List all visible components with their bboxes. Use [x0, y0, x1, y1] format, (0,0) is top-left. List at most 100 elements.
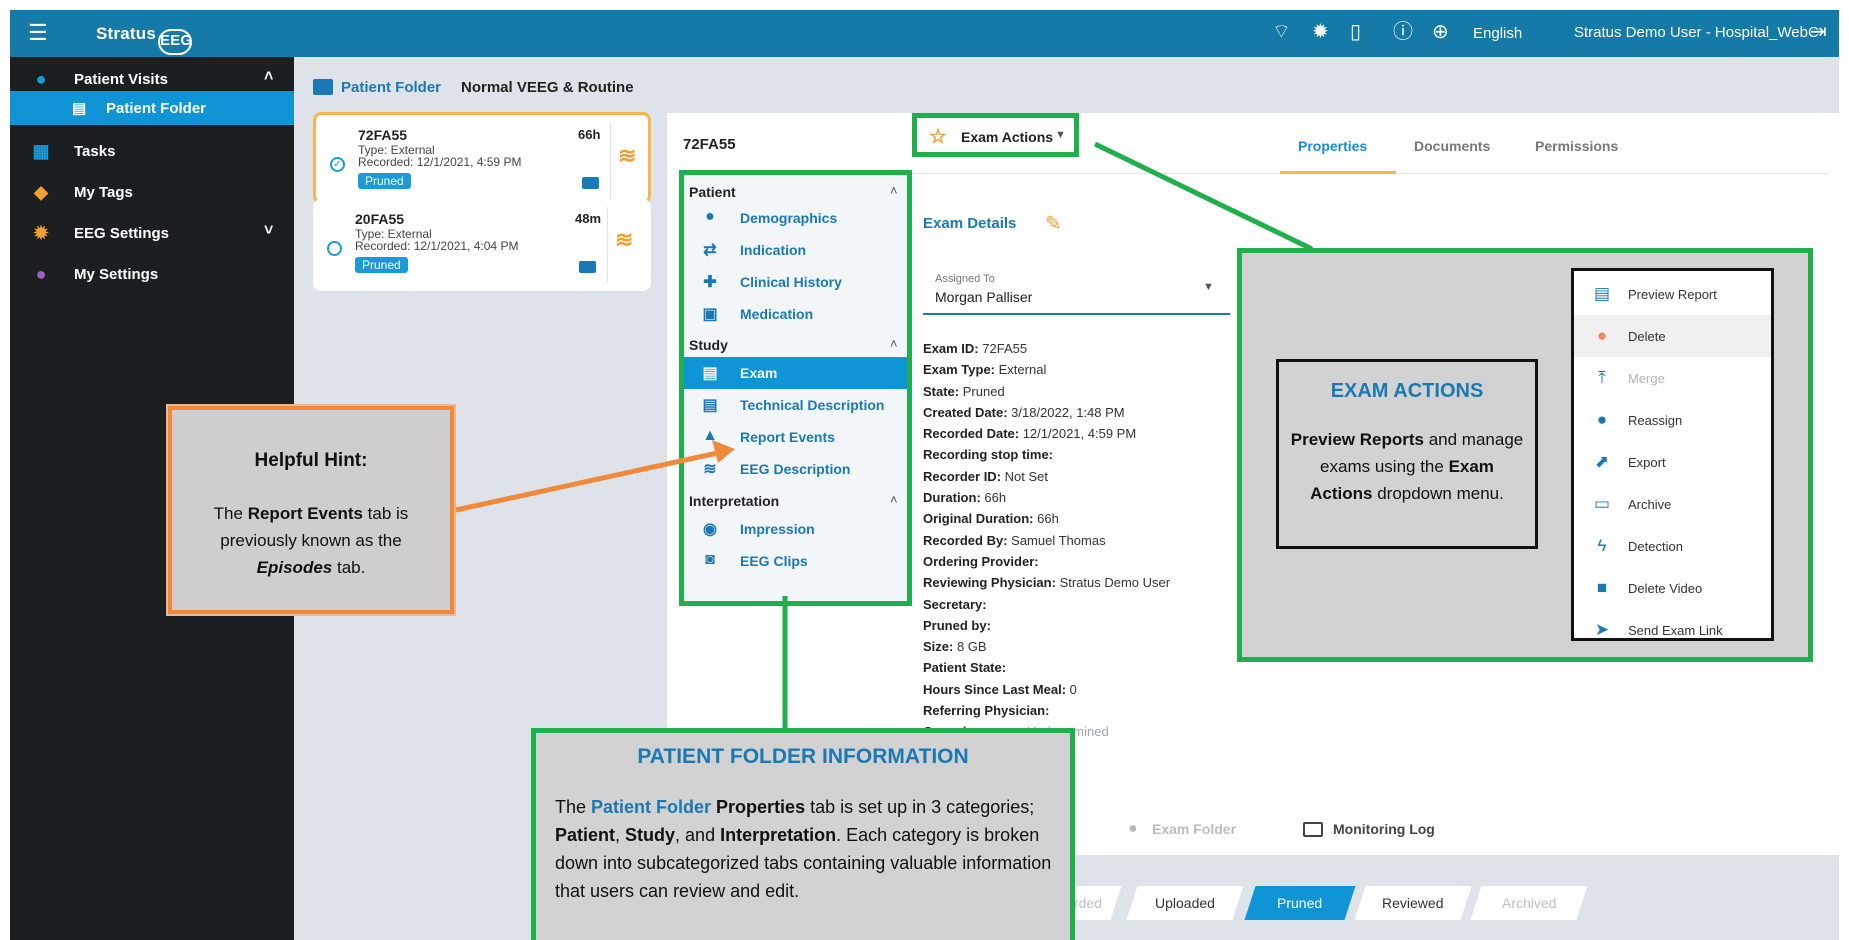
- camera-icon: ◙: [705, 551, 715, 568]
- status-badge: Pruned: [358, 173, 411, 189]
- breadcrumb-study: Normal VEEG & Routine: [461, 79, 634, 96]
- bug-icon[interactable]: ✹: [1312, 21, 1329, 43]
- sidebar-item-my-settings[interactable]: ● My Settings: [10, 254, 294, 294]
- nav-eeg-description[interactable]: ≋ EEG Description: [684, 453, 907, 485]
- exam-field-row: Created Date: 3/18/2022, 1:48 PM: [923, 404, 1125, 420]
- globe-icon[interactable]: ⊕: [1432, 21, 1449, 43]
- monitoring-log-link[interactable]: Monitoring Log: [1303, 821, 1435, 837]
- nav-impression[interactable]: ◉ Impression: [684, 513, 907, 545]
- nav-report-events[interactable]: ▲ Report Events: [684, 421, 907, 453]
- wave-icon: ≋: [703, 461, 717, 478]
- nav-technical-description[interactable]: ▤ Technical Description: [684, 389, 907, 421]
- eye-icon: ◉: [703, 521, 717, 538]
- dropdown-arrow-icon: ▼: [1203, 281, 1214, 293]
- nav-demographics[interactable]: ● Demographics: [684, 202, 907, 234]
- menu-item-reassign[interactable]: ● Reassign: [1574, 399, 1771, 441]
- exam-card-recorded: Recorded: 12/1/2021, 4:04 PM: [355, 239, 519, 253]
- exam-field-row: Secretary:: [923, 596, 987, 612]
- eeg-wave-icon[interactable]: ≋: [615, 227, 633, 253]
- app-logo: Stratus EEG: [96, 24, 192, 55]
- eeg-wave-icon[interactable]: ≋: [618, 143, 636, 169]
- sidebar-item-patient-folder[interactable]: ▤ Patient Folder: [10, 91, 294, 125]
- menu-item-delete-video[interactable]: ■ Delete Video: [1574, 567, 1771, 609]
- exam-field-row: State: Pruned: [923, 383, 1005, 399]
- logout-icon[interactable]: ⇥: [1810, 21, 1827, 43]
- hamburger-menu-icon[interactable]: ☰: [28, 22, 48, 44]
- chevron-up-icon[interactable]: ˄: [890, 492, 898, 507]
- language-selector[interactable]: English: [1473, 25, 1522, 42]
- assigned-to-select[interactable]: Assigned To Morgan Palliser ▼: [923, 263, 1230, 315]
- menu-item-send-exam-link[interactable]: ➤ Send Exam Link: [1574, 609, 1771, 651]
- stage-reviewed[interactable]: Reviewed: [1354, 886, 1472, 920]
- menu-item-export[interactable]: ⬈ Export: [1574, 441, 1771, 483]
- pill-icon: ▣: [702, 306, 718, 323]
- radio-icon[interactable]: [327, 241, 342, 256]
- helpful-hint-callout: Helpful Hint: The Report Events tab is p…: [168, 406, 454, 614]
- chevron-up-icon[interactable]: ˄: [890, 336, 898, 351]
- nav-eeg-clips[interactable]: ◙ EEG Clips: [684, 545, 907, 577]
- nav-medication[interactable]: ▣ Medication: [684, 298, 907, 330]
- medical-bag-icon: ✚: [703, 274, 717, 291]
- tag-icon: ◆: [34, 182, 48, 202]
- exam-folder-link[interactable]: Exam Folder: [1152, 821, 1236, 837]
- gear-icon: ✹: [33, 223, 49, 243]
- user-circle-icon: ●: [35, 264, 47, 284]
- exam-actions-note: EXAM ACTIONS Preview Reports and manage …: [1276, 359, 1538, 549]
- folder-icon: [313, 79, 333, 95]
- nav-exam[interactable]: ▤ Exam: [684, 357, 907, 389]
- tab-documents[interactable]: Documents: [1414, 138, 1490, 154]
- exam-card-duration: 48m: [575, 211, 602, 226]
- divider: [610, 123, 611, 199]
- menu-item-archive[interactable]: ▭ Archive: [1574, 483, 1771, 525]
- breadcrumb-folder[interactable]: Patient Folder: [341, 79, 441, 96]
- sidebar-item-tasks[interactable]: ▦ Tasks: [10, 131, 294, 171]
- patient-id: 72FA55: [683, 136, 736, 153]
- stage-uploaded[interactable]: Uploaded: [1126, 886, 1244, 920]
- person-icon: ●: [35, 69, 47, 89]
- star-icon: ☆: [929, 126, 947, 148]
- exam-field-row: Recorder ID: Not Set: [923, 468, 1049, 484]
- wifi-icon[interactable]: ⌔: [1272, 21, 1291, 43]
- stage-archived[interactable]: Archived: [1470, 886, 1588, 920]
- menu-item-delete[interactable]: ● Delete: [1574, 315, 1771, 357]
- lightning-icon: ϟ: [1597, 536, 1607, 555]
- tab-permissions[interactable]: Permissions: [1535, 138, 1618, 154]
- tab-properties[interactable]: Properties: [1298, 138, 1367, 154]
- patient-folder-info-callout: PATIENT FOLDER INFORMATION The Patient F…: [531, 728, 1075, 940]
- exam-card-recorded: Recorded: 12/1/2021, 4:59 PM: [358, 155, 522, 169]
- exam-field-row: Original Duration: 66h: [923, 511, 1059, 527]
- chevron-up-icon[interactable]: ˄: [890, 183, 898, 198]
- exam-card[interactable]: 72FA55 66h Type: External Recorded: 12/1…: [313, 112, 651, 204]
- info-icon[interactable]: ⓘ: [1393, 21, 1413, 43]
- exam-card[interactable]: 20FA55 48m Type: External Recorded: 12/1…: [313, 199, 651, 291]
- stage-pruned[interactable]: Pruned: [1244, 886, 1356, 920]
- menu-item-merge[interactable]: ⤒ Merge: [1574, 357, 1771, 399]
- menu-item-preview-report[interactable]: ▤ Preview Report: [1574, 273, 1771, 315]
- exam-card-id: 72FA55: [358, 127, 408, 143]
- exam-field-row: Exam Type: External: [923, 362, 1047, 378]
- video-icon: [579, 261, 596, 273]
- sidebar-item-my-tags[interactable]: ◆ My Tags: [10, 172, 294, 212]
- monitor-icon: [1303, 822, 1323, 837]
- delete-icon: ●: [1596, 326, 1608, 345]
- check-circle-icon[interactable]: ✓: [330, 157, 345, 172]
- nav-indication[interactable]: ⇄ Indication: [684, 234, 907, 266]
- person-icon: ●: [705, 208, 715, 225]
- status-badge: Pruned: [355, 257, 408, 273]
- folder-icon: ▤: [702, 365, 718, 382]
- exam-field-row: Recording stop time:: [923, 447, 1054, 463]
- exam-field-row: Exam ID: 72FA55: [923, 341, 1028, 356]
- edit-icon[interactable]: ✎: [1045, 211, 1062, 236]
- menu-item-detection[interactable]: ϟ Detection: [1574, 525, 1771, 567]
- sidebar-item-eeg-settings[interactable]: ✹ EEG Settings ˅: [10, 213, 294, 253]
- exam-card-duration: 66h: [578, 127, 601, 142]
- category-patient: Patient: [689, 184, 736, 200]
- exam-field-row: Size: 8 GB: [923, 639, 987, 655]
- nav-clinical-history[interactable]: ✚ Clinical History: [684, 266, 907, 298]
- send-icon: ➤: [1594, 620, 1610, 639]
- user-menu[interactable]: Stratus Demo User - Hospital_WebC: [1574, 24, 1819, 41]
- manual-icon[interactable]: ▯: [1350, 21, 1361, 43]
- location-pin-icon: ●: [1128, 820, 1138, 837]
- exam-actions-button[interactable]: ☆ Exam Actions ▼: [912, 113, 1079, 157]
- divider: [607, 207, 608, 283]
